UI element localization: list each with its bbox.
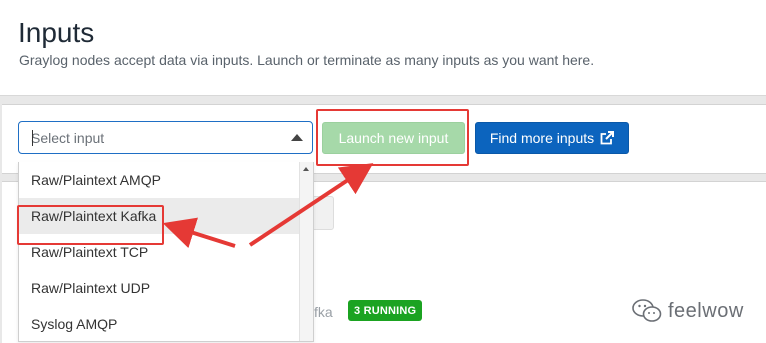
annotation-arrows	[162, 163, 374, 249]
wechat-icon	[632, 299, 662, 322]
watermark: feelwow	[632, 298, 744, 324]
watermark-text: feelwow	[668, 299, 744, 322]
annotation-arrow-to-launch	[248, 163, 374, 247]
annotation-arrow-to-kafka	[162, 217, 236, 249]
